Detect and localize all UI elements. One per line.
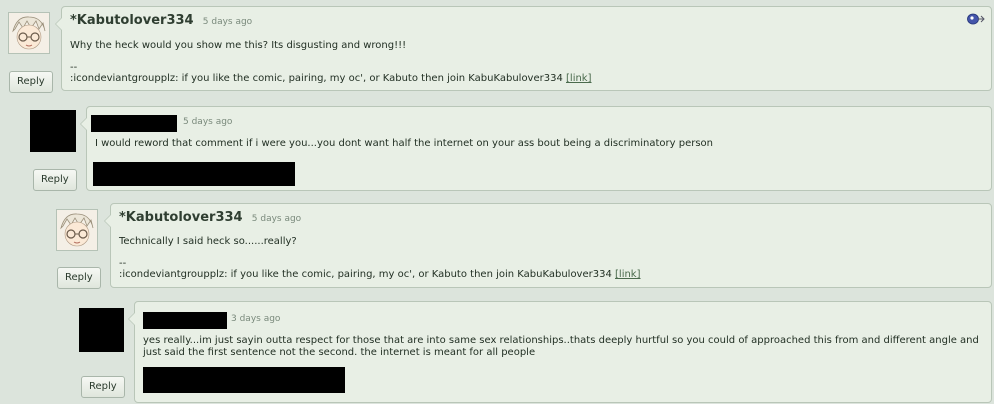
timestamp[interactable]: 3 days ago [231,314,280,324]
avatar-redacted[interactable] [79,308,124,352]
comment-text-line-2: just said the first sentence not the sec… [143,347,536,358]
comment-thread: Reply *Kabutolover334 5 days ago Why the… [0,0,994,404]
reply-button[interactable]: Reply [81,376,125,398]
comment-bubble: 3 days ago yes really...im just sayin ou… [128,301,992,403]
comment-4: Reply 3 days ago yes really...im just sa… [0,0,994,404]
comment-text-line-1: yes really...im just sayin outta respect… [143,335,979,346]
signature-redacted [143,367,345,393]
username-redacted [143,312,227,329]
